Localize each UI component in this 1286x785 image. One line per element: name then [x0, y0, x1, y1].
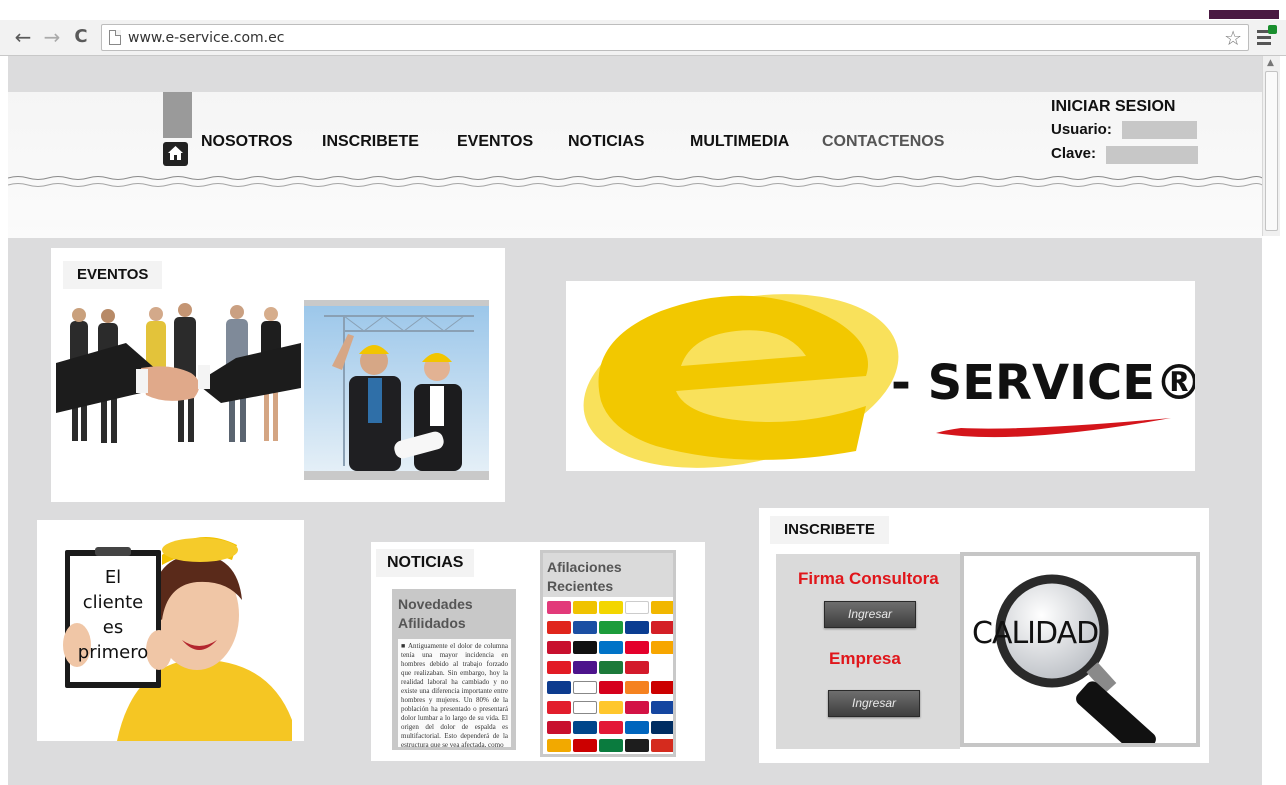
address-bar[interactable]: www.e-service.com.ec ☆	[101, 24, 1249, 51]
afiliaciones-panel: Afilaciones Recientes	[540, 550, 676, 757]
afiliaciones-title: Afilaciones Recientes	[547, 559, 622, 594]
nav-item-contactenos[interactable]: CONTACTENOS	[822, 133, 944, 151]
bookmark-star-icon[interactable]: ☆	[1224, 26, 1242, 50]
reload-icon[interactable]: C	[70, 26, 92, 48]
page-icon	[109, 30, 121, 45]
brand-logos-collage[interactable]	[545, 599, 673, 754]
login-title: INICIAR SESION	[1051, 98, 1176, 115]
home-tab-block	[163, 92, 192, 138]
site-header: NOSOTROS INSCRIBETE EVENTOS NOTICIAS MUL…	[8, 92, 1262, 238]
browser-menu-icon[interactable]	[1256, 25, 1278, 49]
scrollbar-thumb[interactable]	[1265, 71, 1278, 231]
business-people-image[interactable]	[56, 303, 301, 478]
calidad-image[interactable]: CALIDAD	[964, 556, 1196, 743]
password-label: Clave:	[1051, 145, 1097, 162]
password-input[interactable]	[1106, 146, 1198, 164]
eventos-title: EVENTOS	[63, 261, 163, 289]
nav-item-eventos[interactable]: EVENTOS	[457, 133, 533, 151]
nav-item-noticias[interactable]: NOTICIAS	[568, 133, 644, 151]
engineers-image[interactable]	[304, 306, 489, 471]
firma-consultora-label: Firma Consultora	[798, 569, 939, 588]
firma-ingresar-button[interactable]: Ingresar	[824, 601, 916, 628]
calidad-image-frame: CALIDAD	[960, 552, 1200, 747]
window-accent-strip	[1209, 10, 1279, 19]
registration-panel: Firma Consultora Ingresar Empresa Ingres…	[776, 554, 960, 749]
nav-item-nosotros[interactable]: NOSOTROS	[201, 133, 293, 151]
cliente-card: El cliente es primero	[37, 520, 304, 741]
page-scrollbar[interactable]: ▲	[1262, 56, 1280, 236]
article-excerpt[interactable]: ■ Antiguamente el dolor de columna tenía…	[398, 639, 511, 747]
browser-toolbar: ← → C www.e-service.com.ec ☆	[0, 20, 1286, 56]
article-text: ■ Antiguamente el dolor de columna tenía…	[401, 642, 508, 747]
url-text[interactable]: www.e-service.com.ec	[128, 30, 284, 46]
nav-item-inscribete[interactable]: INSCRIBETE	[322, 133, 419, 151]
back-icon[interactable]: ←	[12, 26, 34, 48]
logo-text: - SERVICE®	[891, 355, 1195, 411]
inscribete-title: INSCRIBETE	[770, 516, 889, 544]
eservice-logo-icon[interactable]: - SERVICE®	[566, 281, 1203, 471]
noticias-title: NOTICIAS	[376, 549, 475, 577]
nav-item-multimedia[interactable]: MULTIMEDIA	[690, 133, 789, 151]
scroll-up-icon[interactable]: ▲	[1267, 58, 1274, 68]
cliente-sign-text: El cliente es primero	[77, 567, 149, 663]
engineers-image-frame	[304, 300, 489, 480]
empresa-ingresar-button[interactable]: Ingresar	[828, 690, 920, 717]
novedades-panel: Novedades Afilidados ■ Antiguamente el d…	[392, 589, 516, 750]
eventos-card: EVENTOS	[51, 248, 505, 502]
eservice-logo-card: - SERVICE® e	[566, 281, 1203, 471]
novedades-title: Novedades Afilidados	[398, 596, 473, 631]
header-divider	[8, 176, 1262, 187]
username-label: Usuario:	[1051, 121, 1112, 138]
home-icon[interactable]	[163, 142, 188, 166]
noticias-card: NOTICIAS Novedades Afilidados ■ Antiguam…	[371, 542, 705, 761]
page-viewport: NOSOTROS INSCRIBETE EVENTOS NOTICIAS MUL…	[8, 56, 1262, 785]
calidad-text: CALIDAD	[972, 616, 1099, 651]
empresa-label: Empresa	[829, 649, 901, 668]
inscribete-card: INSCRIBETE Firma Consultora Ingresar Emp…	[759, 508, 1209, 763]
forward-icon[interactable]: →	[41, 26, 63, 48]
username-input[interactable]	[1122, 121, 1197, 139]
